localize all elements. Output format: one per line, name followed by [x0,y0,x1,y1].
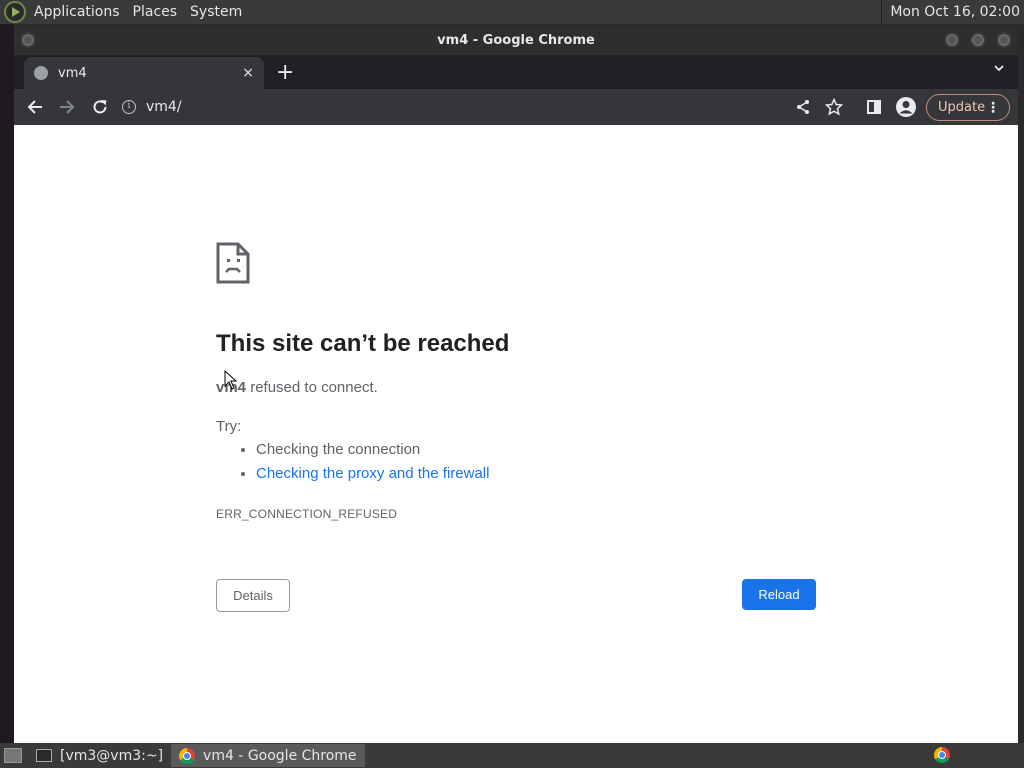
share-icon[interactable] [795,99,811,115]
kebab-menu-icon[interactable]: ⋮ [986,100,1000,116]
error-message: vm4 refused to connect. [216,379,378,396]
tab-vm4[interactable]: vm4 × [24,57,264,89]
chrome-icon [179,747,196,764]
profile-avatar-icon[interactable] [895,96,917,118]
url-text[interactable]: vm4/ [146,99,182,115]
forward-arrow-icon[interactable] [58,98,76,116]
reload-icon[interactable] [91,98,109,116]
window-menu-button[interactable] [20,32,36,48]
close-window-button[interactable] [996,32,1012,48]
taskbar-item-chrome-label: vm4 - Google Chrome [203,747,357,764]
menu-places[interactable]: Places [133,4,178,20]
menu-applications[interactable]: Applications [34,4,120,20]
top-panel: Applications Places System Mon Oct 16, 0… [0,0,1024,24]
tab-close-icon[interactable]: × [242,65,254,81]
update-button[interactable]: Update ⋮ [926,94,1010,121]
error-title: This site can’t be reached [216,330,510,357]
update-label: Update [938,100,986,115]
suggestion-proxy-firewall-link[interactable]: Checking the proxy and the firewall [256,465,489,489]
show-desktop-icon[interactable] [4,748,22,763]
reload-button[interactable]: Reload [742,579,816,610]
panel-clock[interactable]: Mon Oct 16, 02:00 [881,0,1024,24]
site-info-icon[interactable]: i [122,100,136,114]
error-code: ERR_CONNECTION_REFUSED [216,507,398,521]
details-button[interactable]: Details [216,579,290,612]
menu-system[interactable]: System [190,4,242,20]
distro-logo-icon[interactable] [4,1,26,23]
tab-title: vm4 [58,65,87,81]
tab-search-chevron-icon[interactable] [994,63,1004,73]
bottom-taskbar: [vm3@vm3:~] vm4 - Google Chrome [0,743,1024,768]
terminal-icon [36,749,52,762]
mouse-cursor-icon [224,370,238,390]
back-arrow-icon[interactable] [26,98,44,116]
side-panel-icon[interactable] [867,100,881,114]
browser-toolbar: i vm4/ Update ⋮ [14,89,1018,125]
tray-chrome-icon[interactable] [934,747,950,763]
desktop-background [0,24,14,743]
tab-strip: vm4 × + [14,55,1018,89]
address-bar[interactable]: i vm4/ [122,89,182,125]
try-label: Try: [216,418,242,435]
window-title: vm4 - Google Chrome [437,33,595,48]
taskbar-item-chrome[interactable]: vm4 - Google Chrome [171,744,365,767]
minimize-button[interactable] [944,32,960,48]
error-message-text: refused to connect. [250,379,378,396]
bookmark-star-icon[interactable] [825,98,843,116]
globe-icon [34,66,48,80]
maximize-button[interactable] [970,32,986,48]
chrome-window: vm4 - Google Chrome vm4 × + i vm4/ Updat… [14,26,1018,743]
page-content: This site can’t be reached vm4 refused t… [14,125,1018,743]
taskbar-item-terminal[interactable]: [vm3@vm3:~] [28,744,171,767]
new-tab-button[interactable]: + [276,60,294,85]
taskbar-item-terminal-label: [vm3@vm3:~] [60,747,164,764]
window-titlebar[interactable]: vm4 - Google Chrome [14,26,1018,55]
suggestion-connection: Checking the connection [256,441,489,465]
suggestion-list: Checking the connection Checking the pro… [238,441,489,489]
sad-page-icon [216,242,250,284]
